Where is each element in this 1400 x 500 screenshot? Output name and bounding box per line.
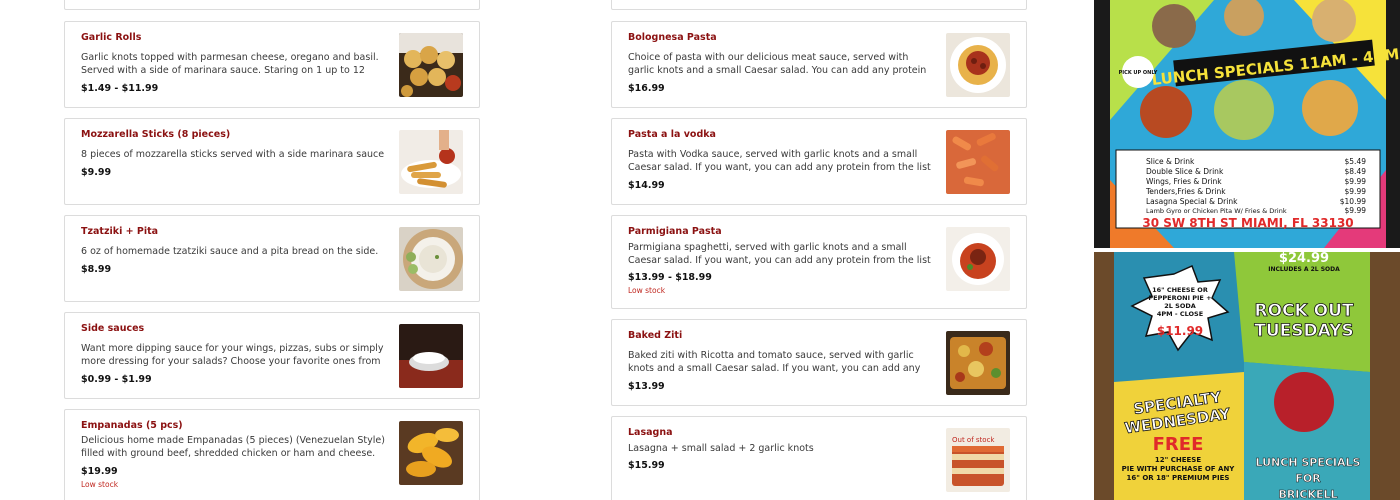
item-image-empanadas [399,421,463,485]
item-price: $0.99 - $1.99 [81,374,152,385]
svg-text:Slice & Drink: Slice & Drink [1146,157,1195,166]
svg-text:4PM - CLOSE: 4PM - CLOSE [1157,310,1203,318]
store-address: 30 SW 8TH ST MIAMI, FL 33130 [1142,216,1353,230]
svg-text:$9.99: $9.99 [1345,187,1367,196]
item-name: Lasagna [628,427,673,438]
menu-item-card[interactable]: Side sauces Want more dipping sauce for … [64,312,480,399]
item-description: Want more dipping sauce for your wings, … [81,343,384,367]
svg-text:$10.99: $10.99 [1340,197,1366,206]
pickup-only-badge: PICK UP ONLY [1119,70,1158,76]
svg-text:Lamb Gyro or Chicken Pita W/ F: Lamb Gyro or Chicken Pita W/ Fries & Dri… [1146,207,1287,215]
menu-item-card[interactable]: Garlic Rolls Garlic knots topped with pa… [64,21,480,108]
out-of-stock-overlay: Out of stock [952,436,995,444]
item-image-side-sauces [399,324,463,388]
item-price: $19.99 [81,466,118,477]
item-description: 8 pieces of mozzarella sticks served wit… [81,149,385,160]
item-name: Bolognesa Pasta [628,32,717,43]
item-name: Pasta a la vodka [628,129,716,140]
item-description: Delicious home made Empanadas (5 pieces)… [81,435,385,459]
item-image-baked-ziti [946,331,1010,395]
item-image-parmigiana-pasta [946,227,1010,291]
item-description: 6 oz of homemade tzatziki sauce and a pi… [81,246,379,257]
item-price: $13.99 [628,381,665,392]
item-image-pasta-vodka [946,130,1010,194]
svg-text:ROCK OUT: ROCK OUT [1255,301,1354,321]
svg-text:$9.99: $9.99 [1345,206,1367,215]
svg-text:12" CHEESE: 12" CHEESE [1155,456,1201,464]
item-image-mozzarella-sticks [399,130,463,194]
promo-poster-weekly-specials: $24.99 INCLUDES A 2L SODA 16" CHEESE OR … [1094,252,1400,500]
item-image-bolognesa-pasta [946,33,1010,97]
menu-page: Garlic Rolls Garlic knots topped with pa… [0,0,1400,500]
item-description: Pasta with Vodka sauce, served with garl… [628,149,931,173]
item-description: Choice of pasta with our delicious meat … [628,52,927,76]
menu-item-card[interactable]: Tzatziki + Pita 6 oz of homemade tzatzik… [64,215,480,302]
low-stock-label: Low stock [81,480,119,489]
svg-text:$9.99: $9.99 [1345,177,1367,186]
menu-item-card-partial[interactable] [611,0,1027,10]
menu-item-card[interactable]: Pasta a la vodka Pasta with Vodka sauce,… [611,118,1027,205]
item-name: Mozzarella Sticks (8 pieces) [81,129,231,140]
svg-text:LUNCH SPECIALS: LUNCH SPECIALS [1256,456,1361,469]
promo-includes-text: INCLUDES A 2L SODA [1268,266,1340,273]
svg-text:16" OR 18" PREMIUM PIES: 16" OR 18" PREMIUM PIES [1127,474,1230,482]
menu-item-card[interactable]: Empanadas (5 pcs) Delicious home made Em… [64,409,480,500]
menu-item-card[interactable]: Baked Ziti Baked ziti with Ricotta and t… [611,319,1027,406]
svg-text:FOR: FOR [1295,472,1321,485]
burst-price: $11.99 [1157,324,1203,338]
menu-item-card[interactable]: Bolognesa Pasta Choice of pasta with our… [611,21,1027,108]
svg-text:2L SODA: 2L SODA [1164,302,1196,310]
item-name: Side sauces [81,323,145,334]
item-name: Garlic Rolls [81,32,142,43]
svg-text:Tenders,Fries & Drink: Tenders,Fries & Drink [1145,187,1226,196]
menu-item-card[interactable]: Mozzarella Sticks (8 pieces) 8 pieces of… [64,118,480,205]
item-image-lasagna: Out of stock [946,428,1010,492]
item-price: $13.99 - $18.99 [628,272,712,283]
menu-item-card[interactable]: Parmigiana Pasta Parmigiana spaghetti, s… [611,215,1027,309]
menu-item-card-partial[interactable] [64,0,480,10]
free-label: FREE [1153,434,1204,455]
menu-item-card[interactable]: Lasagna Lasagna + small salad + 2 garlic… [611,416,1027,500]
item-description: Lasagna + small salad + 2 garlic knots [628,443,814,454]
promo-price-top: $24.99 [1279,252,1329,266]
svg-text:$8.49: $8.49 [1345,167,1367,176]
item-description: Parmigiana spaghetti, served with garlic… [628,242,931,266]
svg-text:Lasagna Special & Drink: Lasagna Special & Drink [1146,197,1238,206]
item-price: $15.99 [628,460,665,471]
item-image-garlic-rolls [399,33,463,97]
item-description: Garlic knots topped with parmesan cheese… [81,52,379,76]
promo-poster-lunch-specials: LUNCH SPECIALS 11AM - 4PM PICK UP ONLY S… [1094,0,1400,248]
item-price: $14.99 [628,180,665,191]
item-price: $1.49 - $11.99 [81,83,159,94]
item-image-tzatziki-pita [399,227,463,291]
rock-out-tuesdays-title: ROCK OUT TUESDAYS [1254,301,1354,342]
svg-text:16" CHEESE OR: 16" CHEESE OR [1152,286,1208,294]
svg-text:Wings, Fries & Drink: Wings, Fries & Drink [1146,177,1222,186]
svg-text:TUESDAYS: TUESDAYS [1254,321,1353,341]
svg-text:BRICKELL: BRICKELL [1278,488,1337,500]
item-name: Parmigiana Pasta [628,226,722,237]
item-price: $9.99 [81,167,112,178]
item-name: Baked Ziti [628,330,683,341]
item-name: Empanadas (5 pcs) [81,420,183,431]
svg-text:PEPPERONI PIE +: PEPPERONI PIE + [1148,294,1211,302]
low-stock-label: Low stock [628,286,666,295]
svg-text:PIE WITH PURCHASE OF ANY: PIE WITH PURCHASE OF ANY [1122,465,1236,473]
item-price: $8.99 [81,264,112,275]
svg-text:$5.49: $5.49 [1345,157,1367,166]
item-description: Baked ziti with Ricotta and tomato sauce… [628,350,921,374]
svg-text:Double Slice & Drink: Double Slice & Drink [1146,167,1224,176]
item-price: $16.99 [628,83,665,94]
item-name: Tzatziki + Pita [81,226,159,237]
